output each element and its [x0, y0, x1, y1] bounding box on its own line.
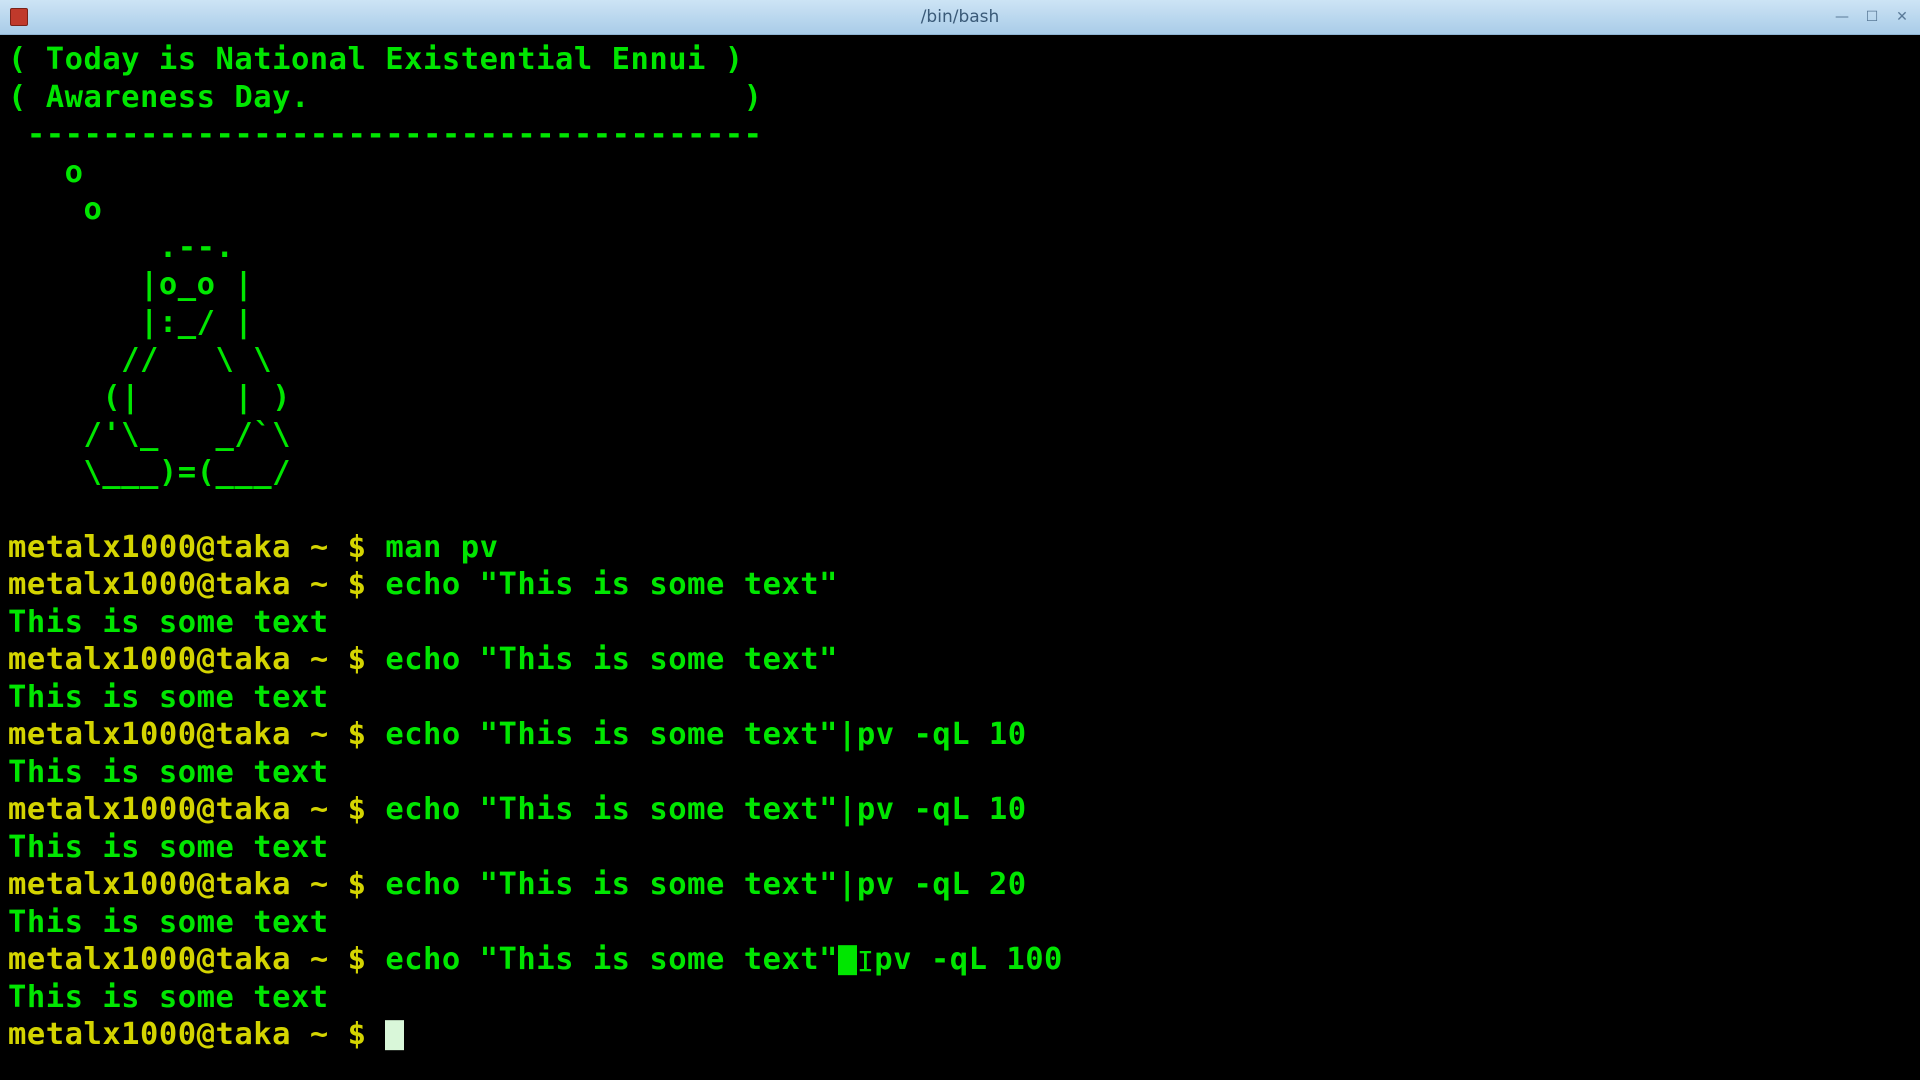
- terminal-body[interactable]: ( Today is National Existential Ennui ) …: [0, 35, 1920, 1080]
- terminal-window: /bin/bash — ☐ ✕ ( Today is National Exis…: [0, 0, 1920, 1080]
- window-title: /bin/bash: [921, 7, 1000, 27]
- tux-ascii: |:_/ |: [8, 305, 253, 340]
- prompt-user-host: metalx1000@taka: [8, 792, 291, 827]
- command: echo "This is some text": [385, 642, 838, 677]
- prompt-symbol: $: [348, 717, 367, 752]
- command-output: This is some text: [8, 755, 329, 790]
- prompt-path: ~: [310, 567, 329, 602]
- motd-separator: ---------------------------------------: [8, 117, 763, 152]
- prompt-symbol: $: [348, 792, 367, 827]
- prompt-path: ~: [310, 1017, 329, 1052]
- window-controls: — ☐ ✕: [1830, 7, 1914, 27]
- prompt-path: ~: [310, 792, 329, 827]
- tux-ascii: |o_o |: [8, 267, 253, 302]
- command-output: This is some text: [8, 905, 329, 940]
- motd-bubble-tail: o: [8, 192, 102, 227]
- tux-ascii: .--.: [8, 230, 234, 265]
- command: echo "This is some text"|pv -qL 20: [385, 867, 1026, 902]
- command-output: This is some text: [8, 605, 329, 640]
- prompt-symbol: $: [348, 867, 367, 902]
- titlebar[interactable]: /bin/bash — ☐ ✕: [0, 0, 1920, 35]
- command-output: This is some text: [8, 980, 329, 1015]
- prompt-user-host: metalx1000@taka: [8, 867, 291, 902]
- prompt-user-host: metalx1000@taka: [8, 530, 291, 565]
- prompt-path: ~: [310, 642, 329, 677]
- prompt-symbol: $: [348, 567, 367, 602]
- prompt-symbol: $: [348, 530, 367, 565]
- terminal-cursor: [385, 1020, 404, 1050]
- close-button[interactable]: ✕: [1890, 7, 1914, 27]
- prompt-user-host: metalx1000@taka: [8, 717, 291, 752]
- prompt-path: ~: [310, 867, 329, 902]
- prompt-user-host: metalx1000@taka: [8, 942, 291, 977]
- prompt-path: ~: [310, 717, 329, 752]
- command-output: This is some text: [8, 830, 329, 865]
- prompt-user-host: metalx1000@taka: [8, 567, 291, 602]
- prompt-user-host: metalx1000@taka: [8, 642, 291, 677]
- current-command-before-cursor: echo "This is some text": [385, 942, 838, 977]
- command: echo "This is some text": [385, 567, 838, 602]
- prompt-path: ~: [310, 942, 329, 977]
- command: echo "This is some text"|pv -qL 10: [385, 717, 1026, 752]
- prompt-symbol: $: [348, 942, 367, 977]
- text-cursor: [838, 945, 857, 976]
- app-icon: [10, 8, 28, 26]
- tux-ascii: /'\_ _/`\: [8, 417, 291, 452]
- mouse-ibeam-icon: I: [857, 943, 874, 981]
- command: echo "This is some text"|pv -qL 10: [385, 792, 1026, 827]
- tux-ascii: (| | ): [8, 380, 291, 415]
- minimize-button[interactable]: —: [1830, 7, 1854, 27]
- prompt-user-host: metalx1000@taka: [8, 1017, 291, 1052]
- command-output: This is some text: [8, 680, 329, 715]
- command: man pv: [385, 530, 498, 565]
- maximize-button[interactable]: ☐: [1860, 7, 1884, 27]
- current-command-after-cursor: pv -qL 100: [874, 942, 1063, 977]
- motd-bubble-tail: o: [8, 155, 83, 190]
- prompt-symbol: $: [348, 1017, 367, 1052]
- tux-ascii: // \ \: [8, 342, 272, 377]
- prompt-symbol: $: [348, 642, 367, 677]
- motd-line: ( Awareness Day. ): [8, 80, 763, 115]
- prompt-path: ~: [310, 530, 329, 565]
- tux-ascii: \___)=(___/: [8, 455, 291, 490]
- motd-line: ( Today is National Existential Ennui ): [8, 42, 744, 77]
